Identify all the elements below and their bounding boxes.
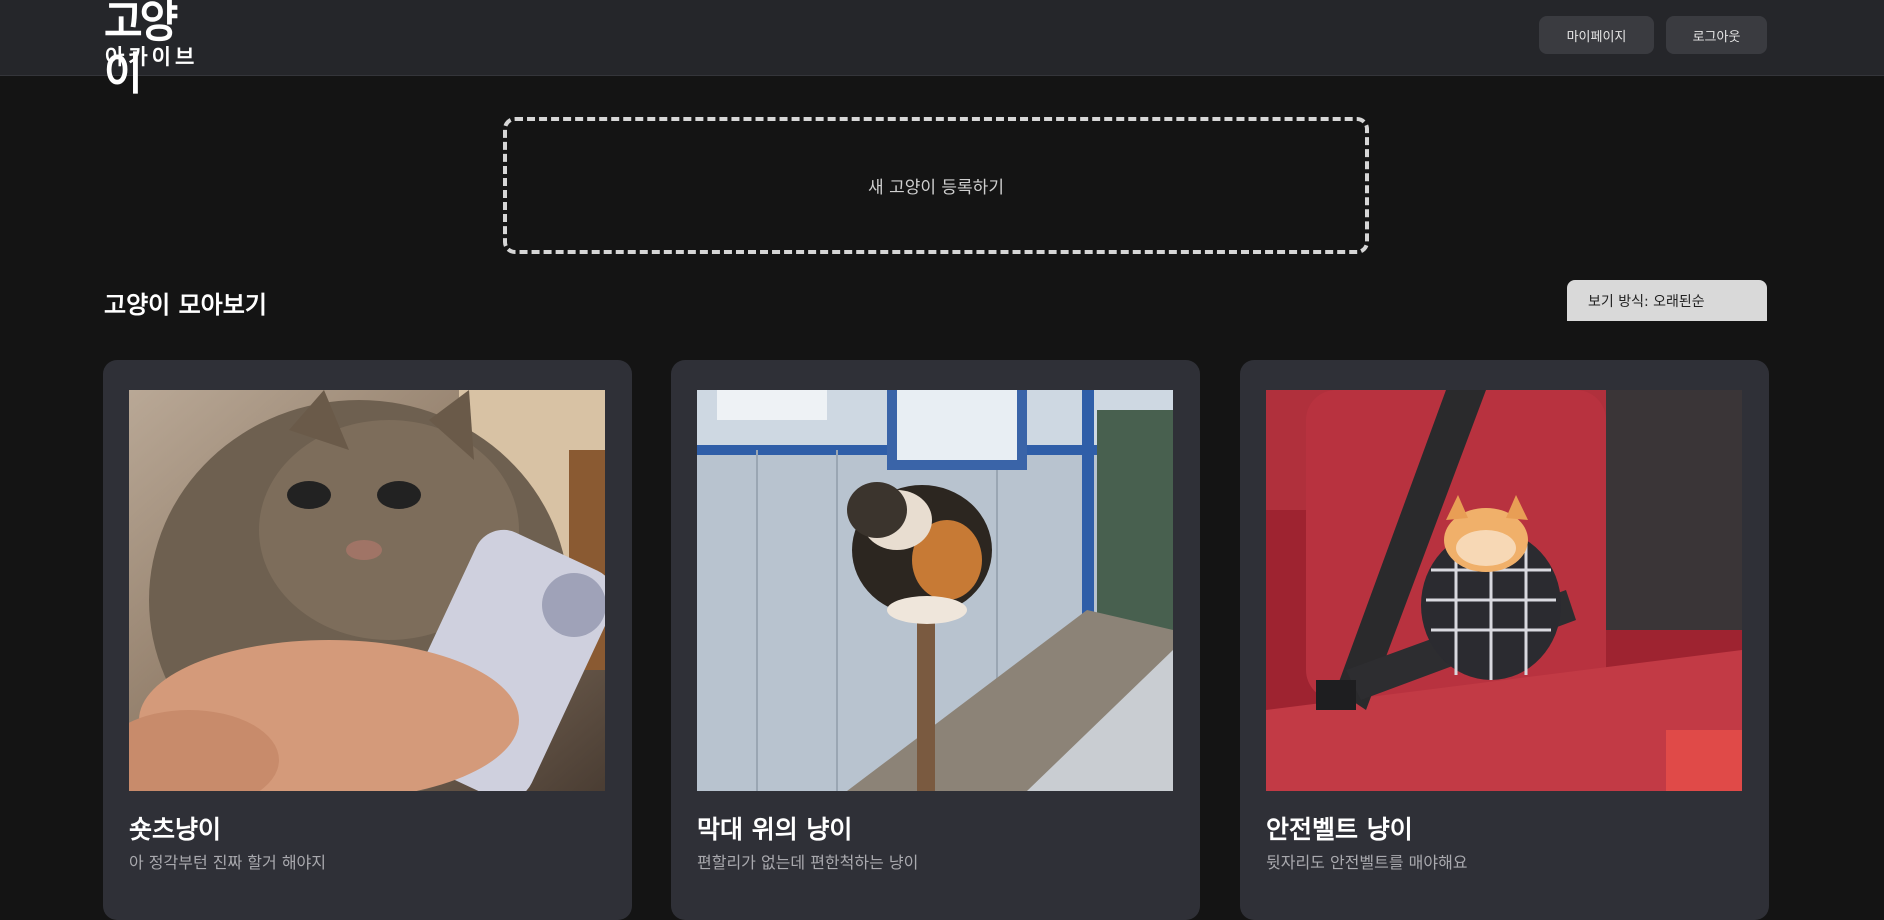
cat-card[interactable]: 숏츠냥이 아 정각부턴 진짜 할거 해야지 [103,360,632,920]
cat-card[interactable]: 막대 위의 냥이 편할리가 없는데 편한척하는 냥이 [671,360,1200,920]
cat-card-description: 아 정각부턴 진짜 할거 해야지 [129,853,326,872]
cat-photo [129,390,605,791]
site-logo[interactable]: 고양이 아카이브 [104,0,200,99]
calico-cat-photo-icon [697,390,1173,791]
top-header: 고양이 아카이브 마이페이지 로그아웃 [0,0,1884,99]
cat-card[interactable]: 안전벨트 냥이 뒷자리도 안전벨트를 매야해요 [1240,360,1769,920]
cat-card-description: 뒷자리도 안전벨트를 매야해요 [1266,853,1468,872]
cat-card-title: 막대 위의 냥이 [697,815,853,844]
cat-photo [697,390,1173,791]
register-cat-button[interactable]: 새 고양이 등록하기 [503,117,1369,254]
cat-photo [1266,390,1742,791]
sort-order-label: 보기 방식: 오래된순 [1588,293,1705,310]
sort-order-select[interactable]: 보기 방식: 오래된순 [1567,280,1767,321]
tabby-cat-photo-icon [129,390,605,791]
cat-card-description: 편할리가 없는데 편한척하는 냥이 [697,853,919,872]
seatbelt-kitten-photo-icon [1266,390,1742,791]
logout-button[interactable]: 로그아웃 [1666,16,1767,54]
cat-card-title: 숏츠냥이 [129,815,222,844]
cat-card-title: 안전벨트 냥이 [1266,815,1413,844]
mypage-button[interactable]: 마이페이지 [1539,16,1654,54]
register-cat-label: 새 고양이 등록하기 [868,178,1004,198]
logo-subtitle: 아카이브 [105,45,199,69]
gallery-title: 고양이 모아보기 [104,291,267,319]
